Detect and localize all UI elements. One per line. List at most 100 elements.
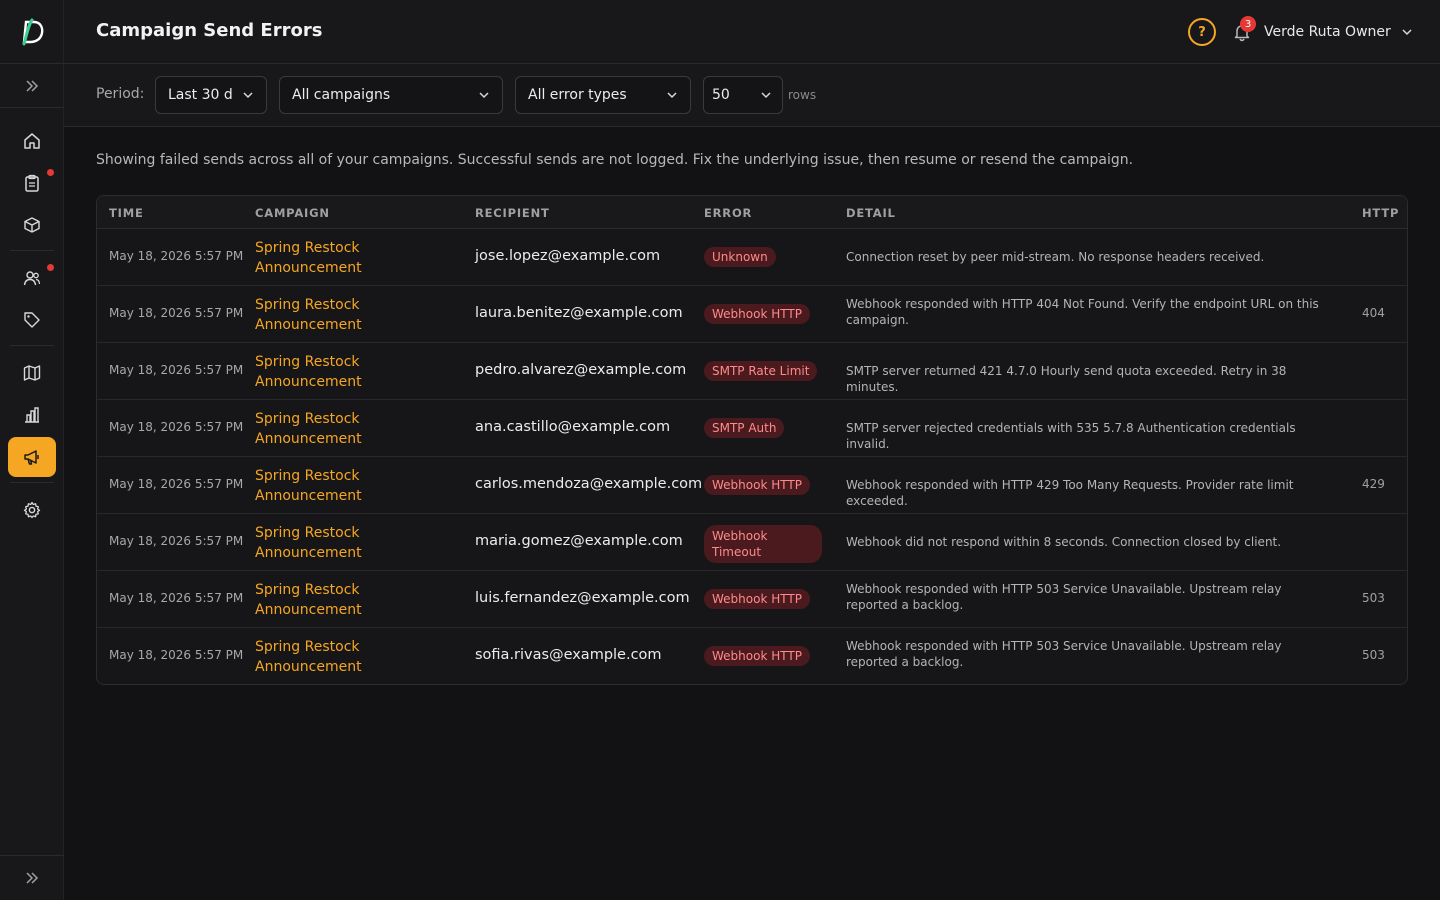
cell-campaign-link[interactable]: Spring Restock Announcement (255, 409, 455, 449)
sidebar-item-customers[interactable] (8, 258, 56, 298)
campaign-name-line2: Announcement (255, 374, 362, 390)
table-row[interactable]: May 18, 2026 5:57 PM Spring Restock Announ… (97, 286, 1407, 343)
column-header-recipient[interactable]: RECIPIENT (475, 206, 550, 220)
error-type-badge: SMTP Rate Limit (704, 361, 818, 381)
app-logo[interactable] (0, 0, 64, 64)
cell-detail: Webhook responded with HTTP 503 Service … (846, 639, 1282, 669)
cell-detail: SMTP server rejected credentials with 53… (846, 421, 1296, 451)
campaign-select[interactable]: All campaigns (279, 76, 503, 114)
cell-recipient: sofia.rivas@example.com (475, 647, 662, 663)
campaign-name-line1: Spring Restock (255, 582, 360, 598)
sidebar-item-settings[interactable] (8, 490, 56, 530)
rows-select-value: 50 (712, 87, 730, 103)
cell-campaign-link[interactable]: Spring Restock Announcement (255, 466, 455, 506)
chevron-down-icon (479, 92, 489, 99)
cell-time: May 18, 2026 5:57 PM (109, 420, 244, 434)
cell-recipient: maria.gomez@example.com (475, 533, 683, 549)
help-button[interactable]: ? (1188, 18, 1216, 46)
page-title: Campaign Send Errors (96, 20, 323, 41)
rows-label: rows (788, 88, 817, 102)
chevron-down-icon (761, 92, 771, 99)
cell-detail: Webhook responded with HTTP 503 Service … (846, 582, 1282, 612)
campaign-name-line2: Announcement (255, 659, 362, 675)
sidebar-expand-button[interactable] (0, 64, 64, 108)
campaign-name-line1: Spring Restock (255, 240, 360, 256)
error-type-badge: SMTP Auth (704, 418, 785, 438)
cell-campaign-link[interactable]: Spring Restock Announcement (255, 523, 455, 563)
logo-icon (22, 18, 44, 45)
sidebar-item-reports[interactable] (8, 395, 56, 435)
page-description: Showing failed sends across all of your … (96, 152, 1134, 168)
cell-error: Webhook Timeout (704, 525, 822, 563)
cell-campaign-link[interactable]: Spring Restock Announcement (255, 637, 455, 677)
error-type-badge: Webhook HTTP (704, 589, 810, 609)
sidebar-item-map[interactable] (8, 353, 56, 393)
cell-campaign-link[interactable]: Spring Restock Announcement (255, 352, 455, 392)
cell-campaign-link[interactable]: Spring Restock Announcement (255, 295, 455, 335)
cell-error: Webhook HTTP (704, 475, 810, 495)
cell-error: SMTP Auth (704, 418, 785, 438)
column-header-error[interactable]: ERROR (704, 206, 752, 220)
campaign-name-line1: Spring Restock (255, 354, 360, 370)
cell-detail: Connection reset by peer mid-stream. No … (846, 250, 1265, 264)
table-row[interactable]: May 18, 2026 5:57 PM Spring Restock Announ… (97, 628, 1407, 684)
column-header-http[interactable]: HTTP (1362, 206, 1399, 220)
cell-recipient: laura.benitez@example.com (475, 305, 683, 321)
campaign-name-line1: Spring Restock (255, 639, 360, 655)
campaign-name-line2: Announcement (255, 260, 362, 276)
gear-icon (23, 501, 41, 519)
sidebar-item-tags[interactable] (8, 300, 56, 340)
sidebar-item-orders[interactable] (8, 163, 56, 203)
table-row[interactable]: May 18, 2026 5:57 PM Spring Restock Announ… (97, 400, 1407, 457)
period-select[interactable]: Last 30 d (155, 76, 267, 114)
notification-dot (47, 264, 54, 271)
error-type-badge: Webhook HTTP (704, 475, 810, 495)
chevron-down-icon (1402, 29, 1412, 36)
table-row[interactable]: May 18, 2026 5:57 PM Spring Restock Announ… (97, 571, 1407, 628)
table-row[interactable]: May 18, 2026 5:57 PM Spring Restock Announ… (97, 457, 1407, 514)
error-type-badge: Unknown (704, 247, 776, 267)
period-label: Period: (96, 86, 145, 102)
cell-http-status: 404 (1362, 306, 1385, 320)
campaign-name-line2: Announcement (255, 602, 362, 618)
sidebar-item-home[interactable] (8, 121, 56, 161)
cell-time: May 18, 2026 5:57 PM (109, 534, 244, 548)
campaign-name-line2: Announcement (255, 545, 362, 561)
cell-detail: SMTP server returned 421 4.7.0 Hourly se… (846, 364, 1287, 394)
cell-error: SMTP Rate Limit (704, 361, 818, 381)
tag-icon (24, 312, 40, 328)
column-header-campaign[interactable]: CAMPAIGN (255, 206, 330, 220)
user-name: Verde Ruta Owner (1264, 24, 1391, 40)
chevron-down-icon (667, 92, 677, 99)
cell-time: May 18, 2026 5:57 PM (109, 648, 244, 662)
bar-chart-icon (25, 407, 39, 423)
cell-time: May 18, 2026 5:57 PM (109, 477, 244, 491)
campaign-name-line2: Announcement (255, 488, 362, 504)
error-type-select[interactable]: All error types (515, 76, 691, 114)
home-icon (24, 133, 40, 149)
cell-recipient: carlos.mendoza@example.com (475, 476, 703, 492)
sidebar-item-products[interactable] (8, 205, 56, 245)
user-menu[interactable]: Verde Ruta Owner (1264, 20, 1413, 44)
table-row[interactable]: May 18, 2026 5:57 PM Spring Restock Announ… (97, 229, 1407, 286)
campaign-name-line2: Announcement (255, 317, 362, 333)
cell-error: Webhook HTTP (704, 589, 810, 609)
rows-select[interactable]: 50 (703, 76, 783, 114)
cell-detail: Webhook responded with HTTP 404 Not Foun… (846, 297, 1319, 327)
table-row[interactable]: May 18, 2026 5:57 PM Spring Restock Announ… (97, 514, 1407, 571)
table-row[interactable]: May 18, 2026 5:57 PM Spring Restock Announ… (97, 343, 1407, 400)
campaign-name-line1: Spring Restock (255, 468, 360, 484)
period-select-value: Last 30 d (168, 87, 233, 103)
column-header-detail[interactable]: DETAIL (846, 206, 896, 220)
cell-recipient: pedro.alvarez@example.com (475, 362, 687, 378)
column-header-time[interactable]: TIME (109, 206, 144, 220)
cell-campaign-link[interactable]: Spring Restock Announcement (255, 580, 455, 620)
campaign-name-line2: Announcement (255, 431, 362, 447)
campaign-name-line1: Spring Restock (255, 525, 360, 541)
notification-dot (47, 169, 54, 176)
double-chevron-right-icon (26, 79, 39, 92)
cell-campaign-link[interactable]: Spring Restock Announcement (255, 238, 455, 278)
sidebar-collapse-button[interactable] (0, 855, 64, 900)
sidebar-item-campaigns[interactable] (8, 437, 56, 477)
question-circle-icon: ? (1198, 24, 1206, 40)
